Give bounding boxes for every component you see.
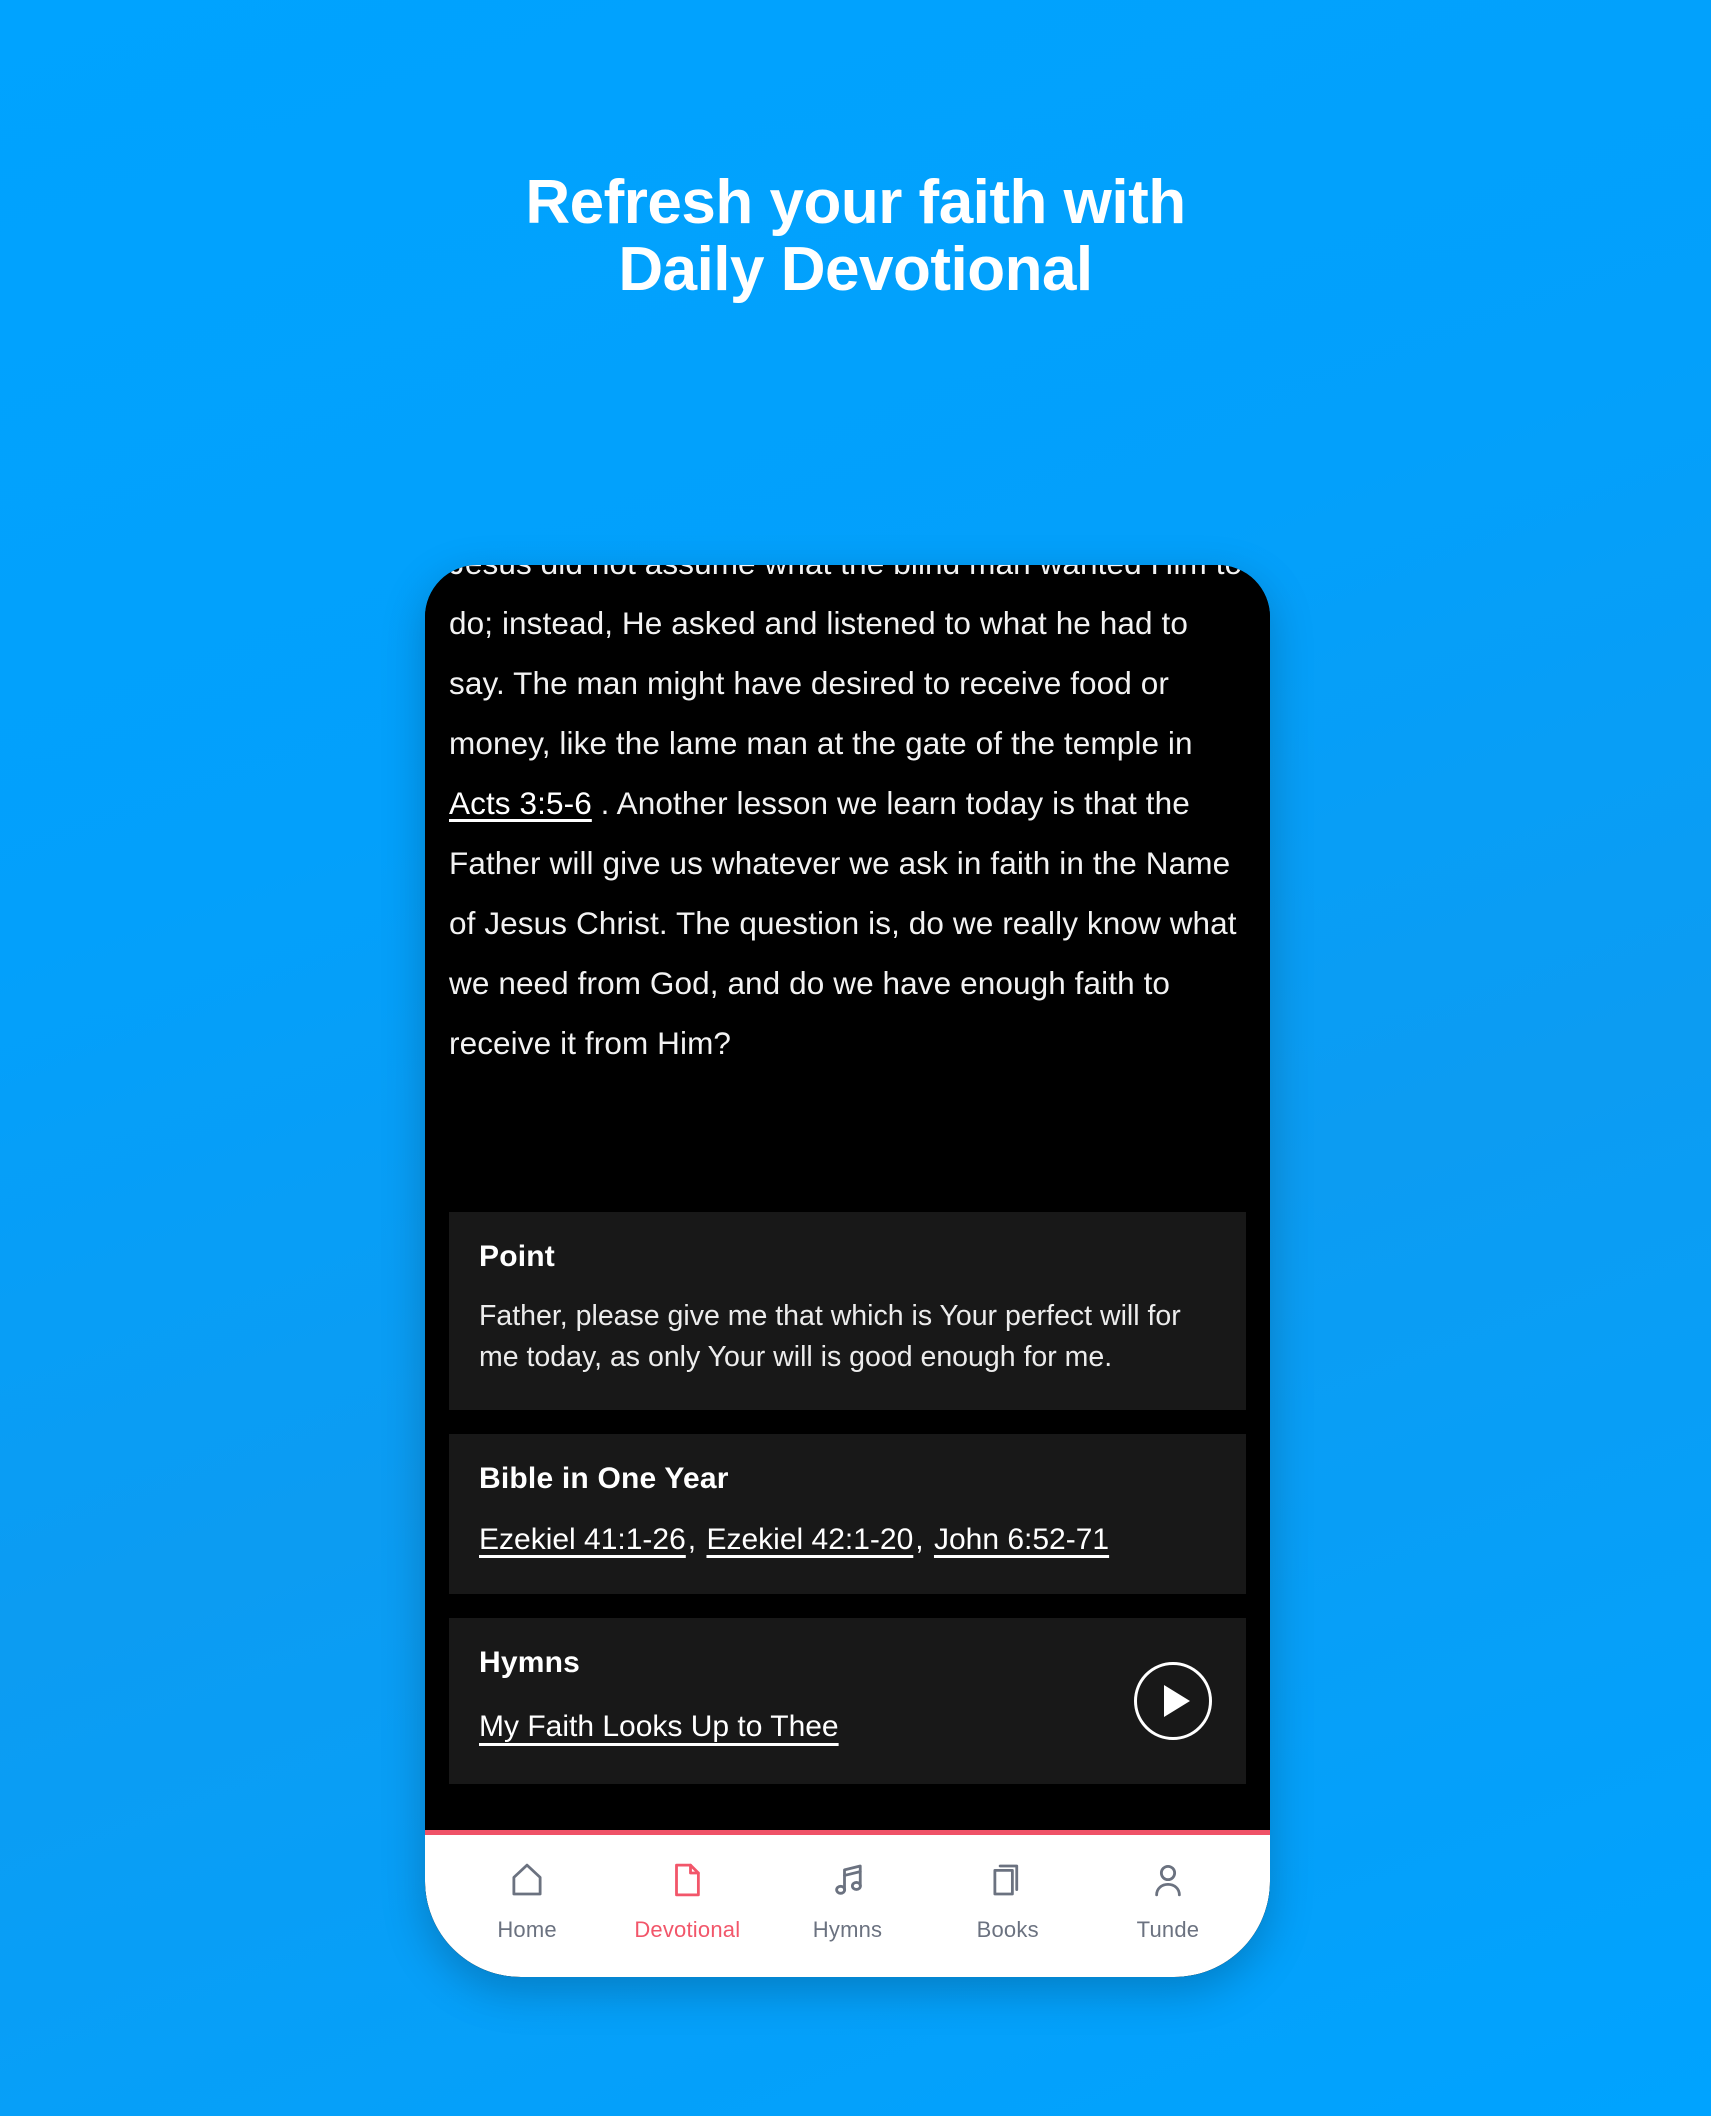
nav-item-tunde[interactable]: Tunde: [1088, 1857, 1248, 1943]
bible-readings: Ezekiel 41:1-26, Ezekiel 42:1-20, John 6…: [479, 1518, 1216, 1562]
devotional-article: Jesus did not assume what the blind man …: [425, 565, 1270, 1073]
hymns-card: Hymns My Faith Looks Up to Thee: [449, 1618, 1246, 1784]
devotional-screen[interactable]: Jesus did not assume what the blind man …: [425, 565, 1270, 1212]
bible-reading-link-2[interactable]: Ezekiel 42:1-20: [706, 1523, 913, 1556]
bible-in-one-year-card: Bible in One Year Ezekiel 41:1-26, Ezeki…: [449, 1434, 1246, 1594]
bible-card-title: Bible in One Year: [479, 1462, 729, 1495]
nav-label-hymns: Hymns: [812, 1917, 883, 1942]
nav-label-books: Books: [976, 1917, 1039, 1942]
bottom-nav: Home Devotional Hymns Books Tunde: [447, 1857, 1248, 1943]
devotional-body-part2: . Another lesson we learn today is that …: [449, 785, 1237, 1061]
hymn-title-link[interactable]: My Faith Looks Up to Thee: [479, 1710, 839, 1744]
hymns-card-title: Hymns: [479, 1646, 581, 1679]
home-icon: [506, 1857, 548, 1903]
point-card: Point Father, please give me that which …: [449, 1212, 1246, 1410]
devotional-body-part1: Jesus did not assume what the blind man …: [449, 565, 1242, 761]
bible-reading-link-1[interactable]: Ezekiel 41:1-26: [479, 1523, 686, 1556]
point-card-title: Point: [479, 1240, 555, 1273]
nav-label-tunde: Tunde: [1136, 1917, 1200, 1942]
point-card-text: Father, please give me that which is You…: [479, 1300, 1181, 1373]
bible-reading-link-3[interactable]: John 6:52-71: [934, 1523, 1109, 1556]
play-triangle: [1164, 1685, 1190, 1717]
promo-headline: Refresh your faith with Daily Devotional: [0, 168, 1711, 304]
music-note-icon: [827, 1857, 869, 1903]
person-icon: [1147, 1857, 1189, 1903]
scripture-link-acts[interactable]: Acts 3:5-6: [449, 785, 592, 821]
cards-bottom-spacer: [449, 1808, 1246, 1830]
document-icon: [666, 1857, 708, 1903]
phone-mockup: Jesus did not assume what the blind man …: [425, 565, 1270, 1977]
bottom-nav-bar: Home Devotional Hymns Books Tunde: [425, 1830, 1270, 1977]
headline-line-2: Daily Devotional: [618, 234, 1093, 304]
headline-line-1: Refresh your faith with: [525, 168, 1186, 237]
reading-separator-2: ,: [915, 1523, 924, 1556]
nav-label-devotional: Devotional: [634, 1917, 741, 1942]
reading-separator-1: ,: [687, 1523, 697, 1556]
play-icon[interactable]: [1134, 1662, 1212, 1740]
nav-item-devotional[interactable]: Devotional: [607, 1857, 767, 1943]
nav-item-home[interactable]: Home: [447, 1857, 607, 1943]
nav-item-books[interactable]: Books: [928, 1857, 1088, 1943]
devotional-body: Jesus did not assume what the blind man …: [449, 565, 1246, 1073]
books-icon: [987, 1857, 1029, 1903]
nav-item-hymns[interactable]: Hymns: [767, 1857, 927, 1943]
devotional-cards: Point Father, please give me that which …: [425, 1212, 1270, 1830]
nav-label-home: Home: [497, 1917, 557, 1942]
